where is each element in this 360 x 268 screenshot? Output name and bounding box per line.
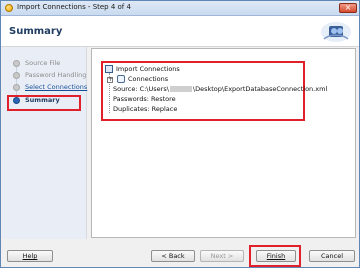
tree-connections-node[interactable]: + Connections (107, 75, 168, 83)
back-label: < Back (161, 252, 185, 260)
step-connector-line (16, 63, 17, 99)
step-dot-icon (13, 72, 20, 79)
source-suffix: \Desktop\ExportDatabaseConnection.xml (192, 85, 328, 93)
step-source-file: Source File (25, 59, 61, 67)
connections-icon (117, 75, 125, 83)
help-button[interactable]: Help (7, 250, 53, 262)
import-connections-dialog: Import Connections - Step 4 of 4 × Summa… (0, 0, 360, 268)
cancel-button[interactable]: Cancel (309, 250, 355, 262)
tree-duplicates-row: Duplicates: Replace (113, 105, 178, 113)
back-button[interactable]: < Back (151, 250, 195, 262)
finish-highlight (249, 245, 301, 267)
tree-root: Import Connections (105, 65, 180, 73)
wizard-steps: Source File Password Handling Select Con… (2, 47, 87, 239)
import-connections-icon (105, 65, 113, 73)
header-banner: Summary (1, 16, 359, 47)
title-bar: Import Connections - Step 4 of 4 × (1, 1, 359, 16)
expand-toggle-icon[interactable]: + (107, 77, 113, 83)
window-title: Import Connections - Step 4 of 4 (17, 3, 131, 11)
close-button[interactable]: × (339, 3, 357, 13)
cancel-label: Cancel (320, 252, 344, 260)
connections-label: Connections (128, 75, 169, 83)
redacted-username (169, 86, 192, 92)
step-select-connections[interactable]: Select Connections (25, 83, 87, 91)
page-title: Summary (9, 26, 63, 37)
tree-root-label: Import Connections (116, 65, 180, 73)
tree-source-row: Source: C:\Users\ \Desktop\ExportDatabase… (113, 85, 327, 93)
app-icon (5, 4, 13, 12)
next-label: Next > (210, 252, 234, 260)
step-dot-icon (13, 84, 20, 91)
help-label: Help (22, 252, 38, 260)
step-password-handling: Password Handling (25, 71, 87, 79)
source-prefix: Source: C:\Users\ (113, 85, 169, 93)
next-button[interactable]: Next > (200, 250, 244, 262)
step-dot-icon (13, 60, 20, 67)
tree-passwords-row: Passwords: Restore (113, 95, 176, 103)
import-connections-logo-icon (321, 22, 351, 42)
summary-step-highlight (7, 95, 81, 111)
button-bar: Help < Back Next > Finish Cancel (1, 241, 359, 267)
